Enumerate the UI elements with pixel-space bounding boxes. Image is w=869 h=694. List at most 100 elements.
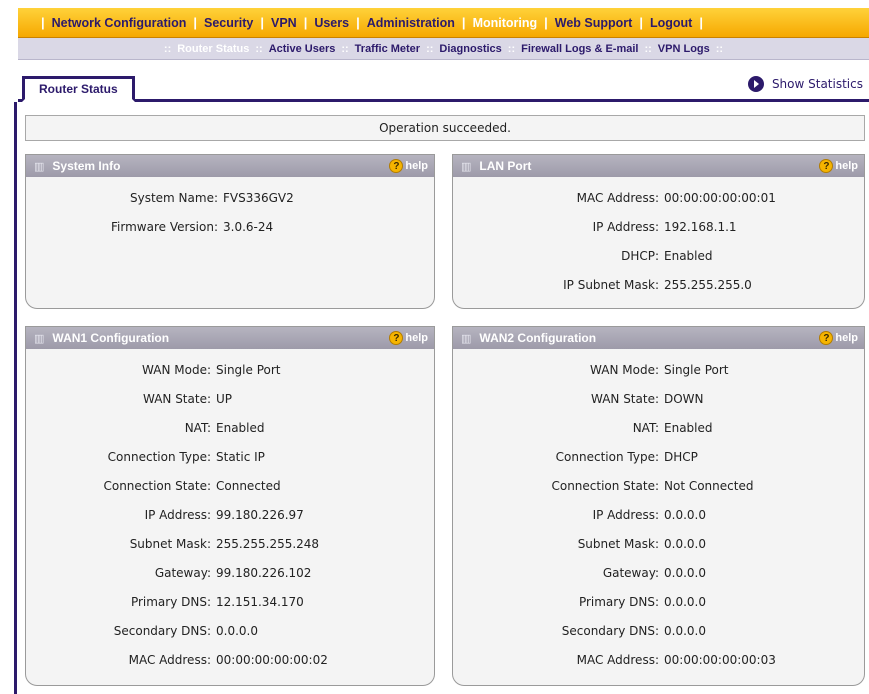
sub-nav: :: Router Status:: Active Users:: Traffic M… xyxy=(18,38,869,60)
help-button[interactable]: ? help xyxy=(389,331,428,345)
panel-rows: WAN Mode: Single Port WAN State: UP NAT: Enab… xyxy=(26,349,434,674)
arrow-right-circle-icon xyxy=(747,76,764,92)
panel-title: WAN1 Configuration xyxy=(52,331,170,345)
field-row: Primary DNS: 12.151.34.170 xyxy=(26,587,434,616)
field-label: WAN Mode: xyxy=(590,362,659,377)
nav-item-network-configuration[interactable]: Network Configuration xyxy=(52,16,187,30)
field-row: WAN Mode: Single Port xyxy=(453,355,864,384)
field-row: DHCP: Enabled xyxy=(453,241,864,270)
field-label: WAN State: xyxy=(142,391,211,406)
field-label: NAT: xyxy=(184,420,211,435)
subnav-separator: :: xyxy=(715,42,724,55)
field-label: Gateway: xyxy=(602,565,659,580)
field-value: 0.0.0.0 xyxy=(664,507,706,522)
panel-header: ▥ WAN2 Configuration ? help xyxy=(453,327,864,349)
field-label: Primary DNS: xyxy=(130,594,211,609)
help-button[interactable]: ? help xyxy=(819,331,858,345)
panel-header: ▥ System Info ? help xyxy=(26,155,434,177)
field-value: 99.180.226.102 xyxy=(216,565,312,580)
panel-title: WAN2 Configuration xyxy=(479,331,597,345)
subnav-separator: :: xyxy=(163,42,172,55)
nav-separator: | xyxy=(544,15,548,30)
subnav-item-traffic-meter[interactable]: Traffic Meter xyxy=(355,43,420,55)
field-value: Not Connected xyxy=(664,478,754,493)
field-value: 99.180.226.97 xyxy=(216,507,304,522)
subnav-separator: :: xyxy=(507,42,516,55)
panel-header: ▥ WAN1 Configuration ? help xyxy=(26,327,434,349)
field-label: Connection Type: xyxy=(107,449,211,464)
field-value: 0.0.0.0 xyxy=(216,623,258,638)
grip-icon: ▥ xyxy=(34,159,45,173)
field-label: NAT: xyxy=(632,420,659,435)
help-icon: ? xyxy=(389,331,404,345)
subnav-separator: :: xyxy=(341,42,349,55)
field-label: Secondary DNS: xyxy=(113,623,211,638)
grip-icon: ▥ xyxy=(34,331,45,345)
field-row: MAC Address: 00:00:00:00:00:03 xyxy=(453,645,864,674)
grip-icon: ▥ xyxy=(461,331,472,345)
help-label: help xyxy=(405,332,428,344)
nav-item-monitoring[interactable]: Monitoring xyxy=(473,16,538,30)
wan1-configuration-panel: ▥ WAN1 Configuration ? help WAN Mode: Sin… xyxy=(25,326,435,686)
subnav-item-diagnostics[interactable]: Diagnostics xyxy=(439,43,501,55)
field-label: IP Address: xyxy=(144,507,211,522)
field-label: Subnet Mask: xyxy=(129,536,211,551)
help-button[interactable]: ? help xyxy=(389,159,428,173)
panel-rows: WAN Mode: Single Port WAN State: DOWN NAT: En… xyxy=(453,349,864,674)
nav-separator: | xyxy=(41,15,45,30)
field-row: Secondary DNS: 0.0.0.0 xyxy=(26,616,434,645)
field-row: Primary DNS: 0.0.0.0 xyxy=(453,587,864,616)
subnav-item-active-users[interactable]: Active Users xyxy=(269,43,336,55)
subnav-item-firewall-logs-e-mail[interactable]: Firewall Logs & E-mail xyxy=(521,43,638,55)
field-value: DOWN xyxy=(664,391,704,406)
field-row: Firmware Version: 3.0.6-24 xyxy=(26,212,434,241)
help-label: help xyxy=(835,332,858,344)
field-row: Connection State: Not Connected xyxy=(453,471,864,500)
field-value: 12.151.34.170 xyxy=(216,594,304,609)
field-row: WAN State: DOWN xyxy=(453,384,864,413)
nav-item-vpn[interactable]: VPN xyxy=(271,16,297,30)
help-icon: ? xyxy=(819,159,834,173)
nav-item-security[interactable]: Security xyxy=(204,16,253,30)
field-label: MAC Address: xyxy=(576,190,659,205)
field-value: 192.168.1.1 xyxy=(664,219,737,234)
wan2-configuration-panel: ▥ WAN2 Configuration ? help WAN Mode: Sin… xyxy=(452,326,865,686)
field-label: Connection State: xyxy=(551,478,659,493)
panel-rows: MAC Address: 00:00:00:00:00:01 IP Address:… xyxy=(453,177,864,299)
field-row: IP Address: 99.180.226.97 xyxy=(26,500,434,529)
field-label: Firmware Version: xyxy=(111,219,218,234)
panel-title: LAN Port xyxy=(479,159,532,173)
field-value: 0.0.0.0 xyxy=(664,565,706,580)
nav-separator: | xyxy=(639,15,643,30)
subnav-item-vpn-logs[interactable]: VPN Logs xyxy=(658,43,710,55)
field-row: IP Address: 192.168.1.1 xyxy=(453,212,864,241)
help-button[interactable]: ? help xyxy=(819,159,858,173)
tab-router-status[interactable]: Router Status xyxy=(22,76,135,102)
field-row: WAN Mode: Single Port xyxy=(26,355,434,384)
nav-item-logout[interactable]: Logout xyxy=(650,16,692,30)
help-label: help xyxy=(835,160,858,172)
field-label: DHCP: xyxy=(621,248,659,263)
field-label: Subnet Mask: xyxy=(577,536,659,551)
nav-item-users[interactable]: Users xyxy=(314,16,349,30)
field-row: NAT: Enabled xyxy=(453,413,864,442)
field-value: 00:00:00:00:00:03 xyxy=(664,652,776,667)
field-label: Secondary DNS: xyxy=(561,623,659,638)
field-row: Connection State: Connected xyxy=(26,471,434,500)
field-label: MAC Address: xyxy=(576,652,659,667)
field-value: Enabled xyxy=(216,420,265,435)
field-value: 00:00:00:00:00:01 xyxy=(664,190,776,205)
field-value: UP xyxy=(216,391,233,406)
subnav-separator: :: xyxy=(426,42,434,55)
field-value: Static IP xyxy=(216,449,265,464)
field-row: NAT: Enabled xyxy=(26,413,434,442)
status-message: Operation succeeded. xyxy=(25,115,865,141)
show-statistics-label: Show Statistics xyxy=(771,77,863,91)
nav-item-administration[interactable]: Administration xyxy=(367,16,455,30)
nav-item-web-support[interactable]: Web Support xyxy=(555,16,633,30)
subnav-item-router-status[interactable]: Router Status xyxy=(177,43,249,55)
field-value: Connected xyxy=(216,478,281,493)
field-value: Enabled xyxy=(664,420,713,435)
field-row: WAN State: UP xyxy=(26,384,434,413)
show-statistics-link[interactable]: Show Statistics xyxy=(747,76,863,92)
